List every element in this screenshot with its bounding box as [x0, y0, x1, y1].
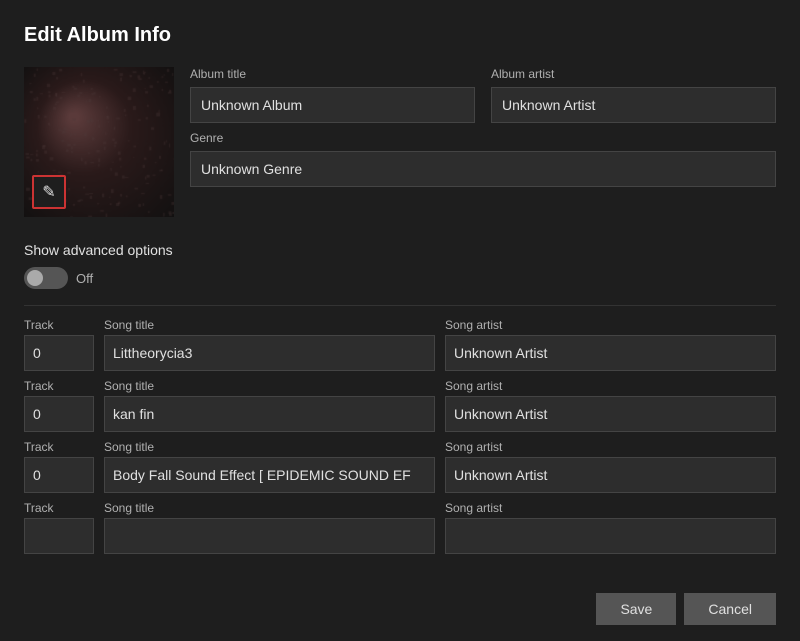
song-artist-group-1: Song artist: [445, 379, 776, 432]
track-label-1: Track: [24, 379, 94, 393]
song-title-label-1: Song title: [104, 379, 435, 393]
album-title-group: Album title: [190, 67, 475, 123]
album-artist-group: Album artist: [491, 67, 776, 123]
track-num-group-1: Track: [24, 379, 94, 432]
song-title-label-0: Song title: [104, 318, 435, 332]
table-row: Track Song title Song artist: [24, 318, 776, 371]
track-num-input-2[interactable]: [24, 457, 94, 493]
track-label-3: Track: [24, 501, 94, 515]
song-title-input-2[interactable]: [104, 457, 435, 493]
track-num-group-0: Track: [24, 318, 94, 371]
edit-art-button[interactable]: ✎: [32, 175, 66, 209]
song-artist-input-0[interactable]: [445, 335, 776, 371]
save-button[interactable]: Save: [596, 593, 676, 625]
song-artist-group-2: Song artist: [445, 440, 776, 493]
song-artist-label-3: Song artist: [445, 501, 776, 515]
song-title-group-0: Song title: [104, 318, 435, 371]
album-fields-row: Album title Album artist: [190, 67, 776, 131]
song-title-label-3: Song title: [104, 501, 435, 515]
track-num-input-0[interactable]: [24, 335, 94, 371]
song-artist-input-3[interactable]: [445, 518, 776, 554]
song-artist-input-2[interactable]: [445, 457, 776, 493]
song-title-group-3: Song title: [104, 501, 435, 554]
song-title-group-1: Song title: [104, 379, 435, 432]
song-artist-input-1[interactable]: [445, 396, 776, 432]
genre-label: Genre: [190, 131, 776, 145]
edit-album-dialog: Edit Album Info ✎ Album title Album arti…: [0, 0, 800, 641]
table-row: Track Song title Song artist: [24, 440, 776, 493]
song-artist-label-2: Song artist: [445, 440, 776, 454]
advanced-toggle[interactable]: [24, 267, 68, 289]
album-title-label: Album title: [190, 67, 475, 81]
song-title-input-1[interactable]: [104, 396, 435, 432]
table-row: Track Song title Song artist: [24, 379, 776, 432]
cancel-button[interactable]: Cancel: [684, 593, 776, 625]
dialog-title: Edit Album Info: [24, 24, 776, 47]
album-artist-label: Album artist: [491, 67, 776, 81]
track-num-input-1[interactable]: [24, 396, 94, 432]
song-artist-group-0: Song artist: [445, 318, 776, 371]
edit-pen-icon: ✎: [42, 182, 55, 202]
album-artist-input[interactable]: [491, 87, 776, 123]
track-label-0: Track: [24, 318, 94, 332]
track-num-group-3: Track: [24, 501, 94, 554]
fields-section: Album title Album artist Genre: [190, 67, 776, 217]
song-title-label-2: Song title: [104, 440, 435, 454]
divider: [24, 305, 776, 306]
song-title-input-0[interactable]: [104, 335, 435, 371]
genre-group: Genre: [190, 131, 776, 187]
top-section: ✎ Album title Album artist Genre: [24, 67, 776, 217]
toggle-knob: [27, 270, 43, 286]
genre-input[interactable]: [190, 151, 776, 187]
album-art-container: ✎: [24, 67, 174, 217]
tracks-section: Track Song title Song artist Track Song …: [24, 318, 776, 577]
footer: Save Cancel: [24, 577, 776, 625]
track-num-group-2: Track: [24, 440, 94, 493]
advanced-options-section: Show advanced options Off: [24, 241, 776, 289]
advanced-options-label: Show advanced options: [24, 241, 776, 259]
toggle-row: Off: [24, 267, 776, 289]
toggle-state-label: Off: [76, 271, 93, 286]
song-artist-label-1: Song artist: [445, 379, 776, 393]
table-row: Track Song title Song artist: [24, 501, 776, 556]
song-artist-label-0: Song artist: [445, 318, 776, 332]
song-title-group-2: Song title: [104, 440, 435, 493]
album-title-input[interactable]: [190, 87, 475, 123]
song-artist-group-3: Song artist: [445, 501, 776, 554]
track-label-2: Track: [24, 440, 94, 454]
song-title-input-3[interactable]: [104, 518, 435, 554]
genre-fields-row: Genre: [190, 131, 776, 195]
track-num-input-3[interactable]: [24, 518, 94, 554]
